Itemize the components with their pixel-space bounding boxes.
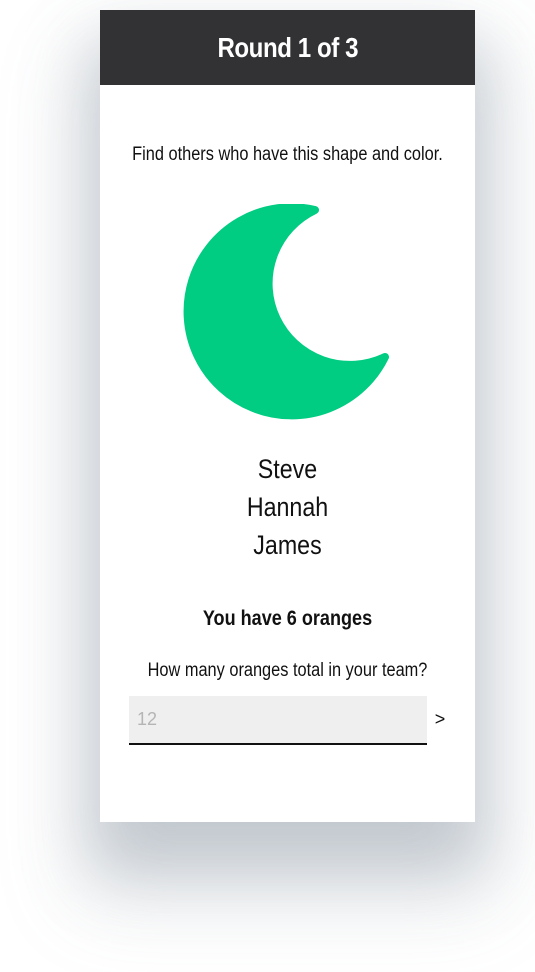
crescent-moon-icon (180, 203, 400, 424)
team-total-input[interactable] (129, 696, 427, 745)
team-name: Hannah (246, 492, 329, 522)
submit-arrow-button[interactable]: > (430, 706, 450, 732)
team-names-list: Steve Hannah James (100, 450, 475, 564)
round-title: Round 1 of 3 (217, 31, 358, 63)
oranges-count-text: You have 6 oranges (202, 607, 373, 630)
round-header: Round 1 of 3 (100, 10, 475, 85)
game-card: Round 1 of 3 Find others who have this s… (100, 10, 475, 822)
team-name: James (253, 530, 322, 560)
team-name: Steve (257, 454, 318, 484)
crescent-moon-shape (183, 203, 389, 420)
team-total-question: How many oranges total in your team? (147, 660, 428, 681)
page-background: Round 1 of 3 Find others who have this s… (0, 0, 535, 972)
instruction-text: Find others who have this shape and colo… (132, 144, 443, 165)
